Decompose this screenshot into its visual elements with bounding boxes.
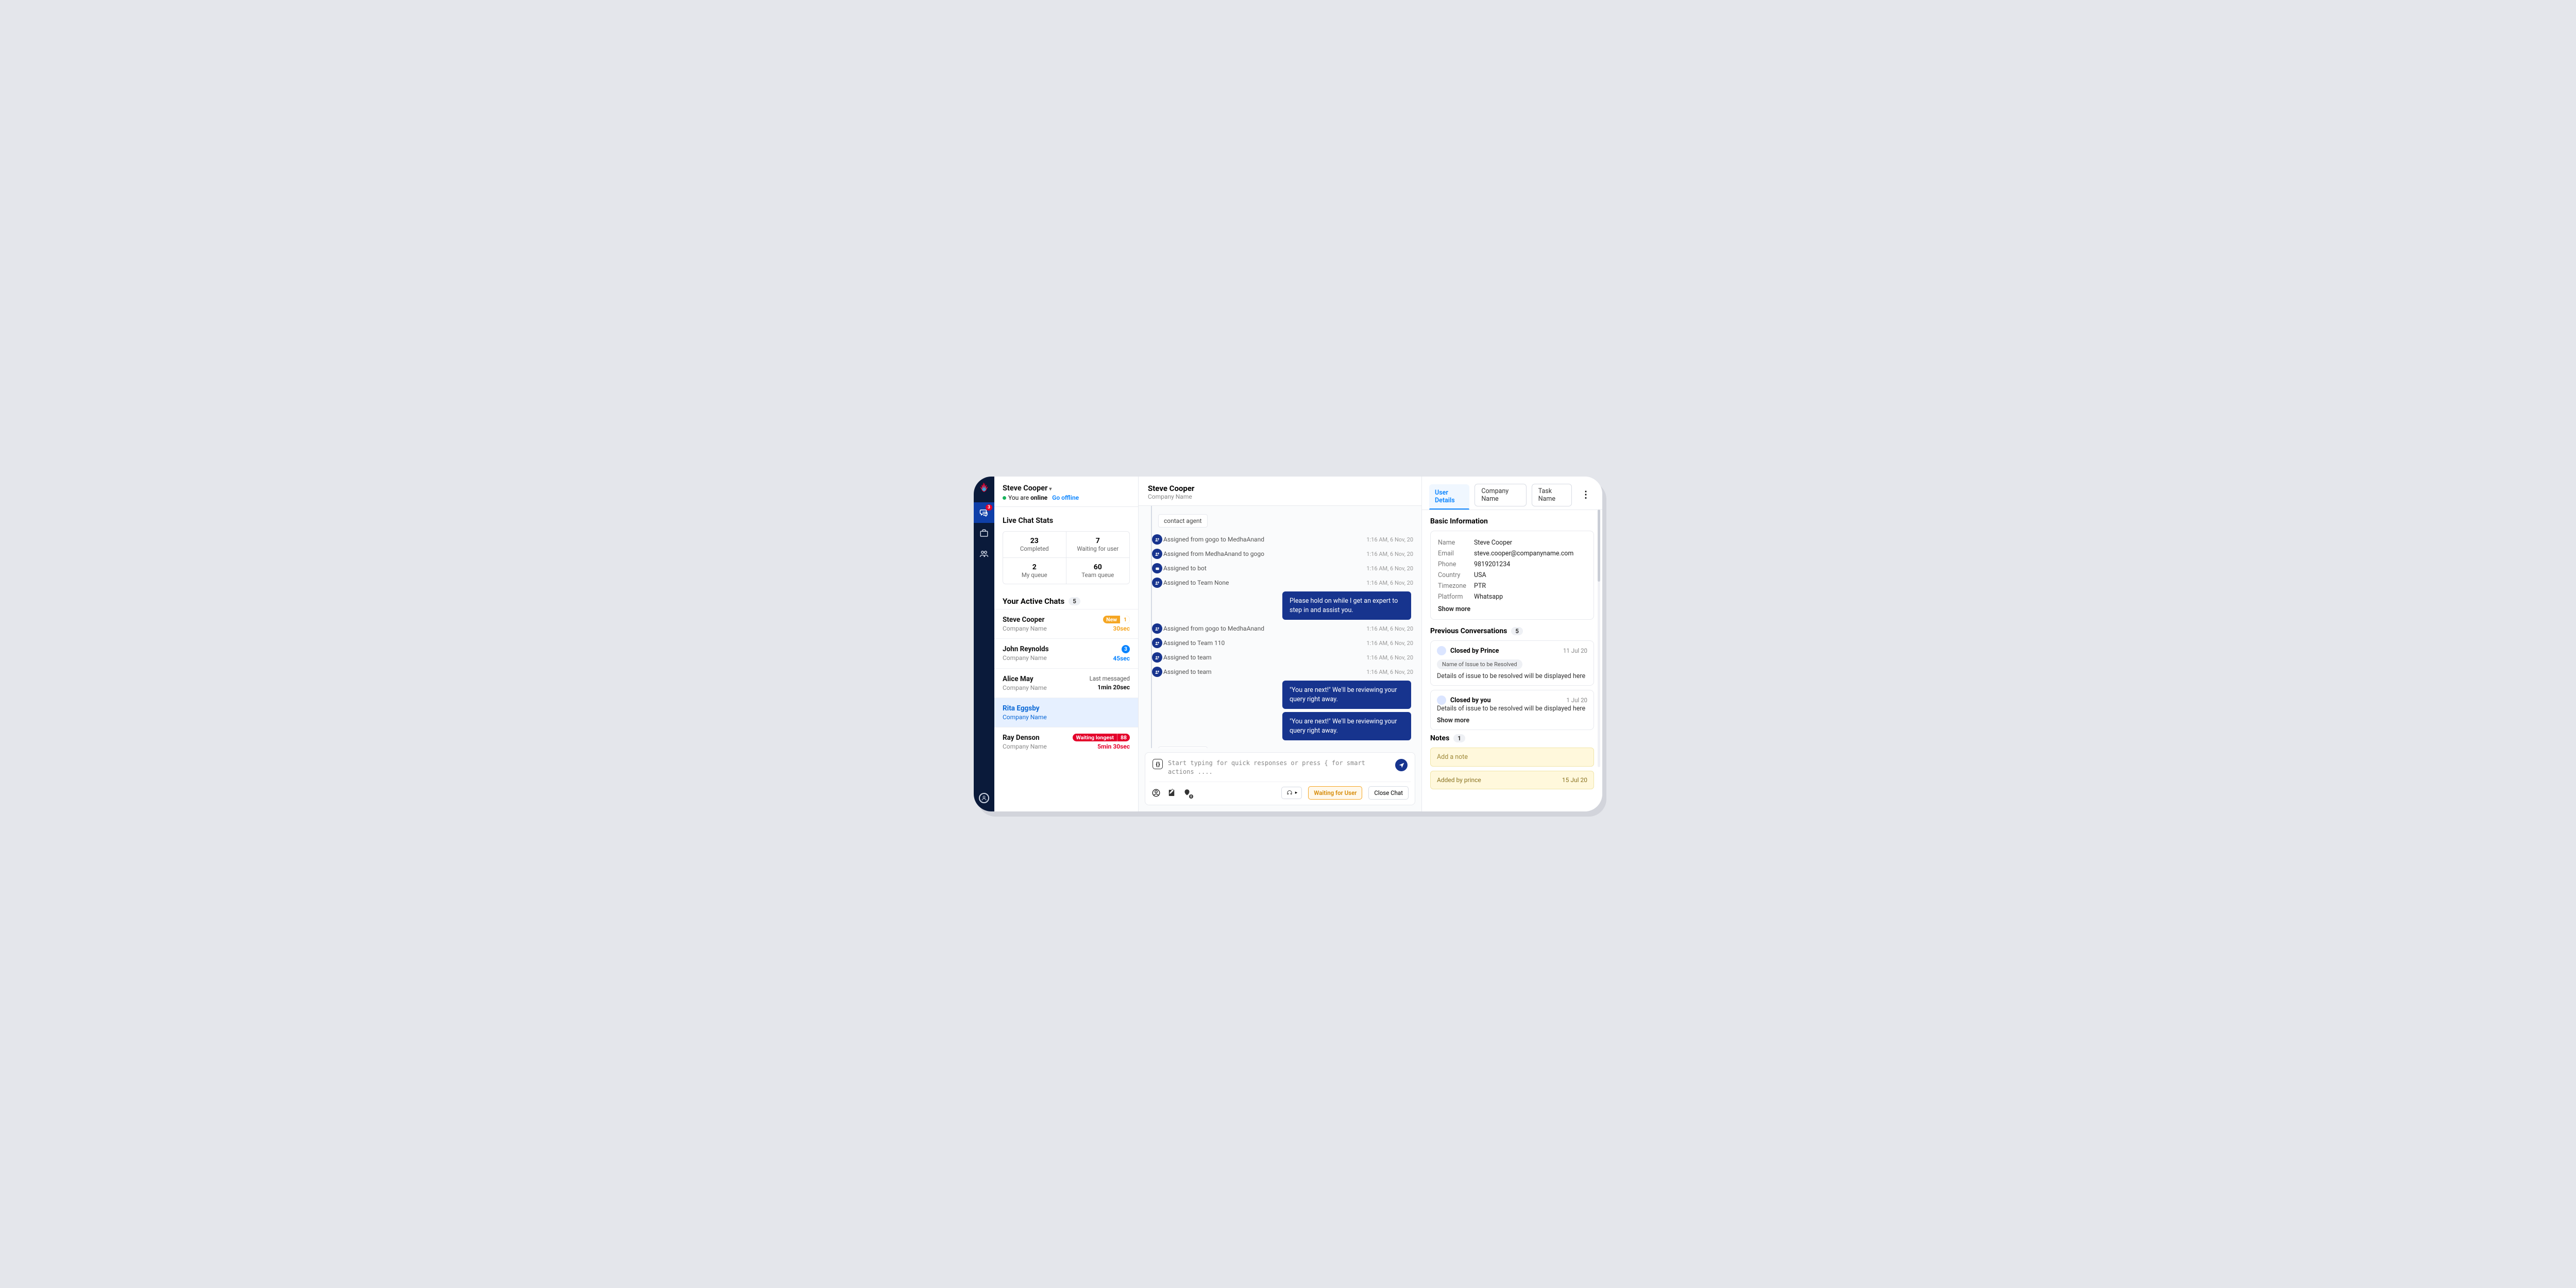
avatar-icon	[1437, 646, 1446, 655]
agent-message: "You are next!" We'll be reviewing your …	[1282, 681, 1411, 709]
assign-icon[interactable]	[1151, 788, 1161, 798]
notes-icon[interactable]	[1167, 788, 1176, 798]
stat-cell: 60Team queue	[1066, 558, 1130, 584]
timeline-event: Assigned to Team None1:16 AM, 6 Nov, 20	[1145, 577, 1413, 588]
show-more-link[interactable]: Show more	[1438, 605, 1470, 613]
chat-list: Steve CooperCompany NameNew130secJohn Re…	[994, 609, 1138, 811]
timeline-event: Assigned to team1:16 AM, 6 Nov, 20	[1145, 652, 1413, 663]
tab-company[interactable]: Company Name	[1475, 484, 1526, 506]
composer: { } Start typing for quick responses or …	[1145, 752, 1415, 805]
agent-message: Please hold on while I get an expert to …	[1282, 591, 1411, 620]
online-dot-icon	[1003, 496, 1006, 500]
close-chat-button[interactable]: Close Chat	[1368, 786, 1409, 800]
basic-info-title: Basic Information	[1430, 517, 1594, 526]
notes-count: 1	[1453, 734, 1465, 742]
active-count-badge: 5	[1069, 597, 1080, 605]
contact-company: Company Name	[1148, 493, 1412, 500]
headset-icon	[1286, 790, 1293, 796]
stat-cell: 7Waiting for user	[1066, 532, 1130, 558]
stats-title: Live Chat Stats	[1003, 516, 1130, 525]
group-icon	[1152, 534, 1162, 545]
bot-icon	[1152, 563, 1162, 573]
group-icon	[1152, 667, 1162, 677]
tab-more-menu[interactable]: ⋮	[1577, 489, 1595, 504]
send-button[interactable]	[1395, 759, 1408, 771]
chat-list-item[interactable]: John ReynoldsCompany Name345sec	[994, 638, 1138, 668]
active-chats-header: Your Active Chats 5	[994, 589, 1138, 609]
add-note-input[interactable]: Add a note	[1430, 748, 1594, 767]
nav-workspace[interactable]	[974, 523, 994, 544]
chevron-down-icon: ▾	[1049, 486, 1052, 492]
contact-name: Steve Cooper	[1148, 484, 1412, 493]
agent-message: "You are next!" We'll be reviewing your …	[1282, 712, 1411, 740]
live-chat-stats: Live Chat Stats 23Completed7Waiting for …	[994, 507, 1138, 589]
stat-cell: 23Completed	[1003, 532, 1066, 558]
agent-name-dropdown[interactable]: Steve Cooper▾	[1003, 484, 1130, 493]
group-icon	[1152, 652, 1162, 663]
app-window: 3 Steve Cooper▾ You are online Go offlin…	[974, 477, 1602, 811]
group-icon	[1152, 549, 1162, 559]
timeline-event: Assigned from gogo to MedhaAnand1:16 AM,…	[1145, 623, 1413, 634]
attachment-icon[interactable]: 0	[1182, 788, 1192, 798]
sidebar: Steve Cooper▾ You are online Go offline …	[994, 477, 1139, 811]
info-row: PlatformWhatsapp	[1438, 591, 1586, 602]
info-row: Phone9819201234	[1438, 559, 1586, 570]
timeline-event: Assigned to Team 1101:16 AM, 6 Nov, 20	[1145, 637, 1413, 649]
nav-chats[interactable]: 3	[974, 502, 994, 523]
note-item[interactable]: Added by prince 15 Jul 20	[1430, 771, 1594, 789]
hand-logo-icon	[977, 482, 991, 495]
basic-info-card: NameSteve CooperEmailsteve.cooper@compan…	[1430, 531, 1594, 620]
chat-list-item[interactable]: Steve CooperCompany NameNew130sec	[994, 609, 1138, 638]
group-icon	[1152, 623, 1162, 634]
user-chip: contact agent	[1158, 514, 1208, 528]
details-tabs: User Details Company Name Task Name ⋮	[1422, 477, 1602, 510]
quick-response-button[interactable]: { }	[1153, 759, 1163, 769]
timeline-event: Assigned to team1:16 AM, 6 Nov, 20	[1145, 666, 1413, 677]
group-icon	[1152, 638, 1162, 648]
transfer-button[interactable]: ▸	[1281, 787, 1302, 799]
conversation-header: Steve Cooper Company Name	[1139, 477, 1421, 506]
chevron-right-icon: ▸	[1295, 790, 1298, 795]
agent-status: You are online Go offline	[1003, 494, 1130, 501]
tab-user-details[interactable]: User Details	[1429, 484, 1469, 510]
chat-list-item[interactable]: Rita EggsbyCompany Name	[994, 698, 1138, 727]
conversation-item[interactable]: Closed by Prince11 Jul 20Name of Issue t…	[1430, 640, 1594, 686]
waiting-for-user-button[interactable]: Waiting for User	[1308, 786, 1362, 800]
app-logo	[977, 482, 991, 495]
send-icon	[1398, 762, 1405, 769]
prev-conv-title: Previous Conversations	[1430, 627, 1507, 635]
details-panel: User Details Company Name Task Name ⋮ Ba…	[1422, 477, 1602, 811]
info-row: CountryUSA	[1438, 570, 1586, 581]
notes-title: Notes	[1430, 734, 1449, 742]
timeline-event: Assigned from MedhaAnand to gogo1:16 AM,…	[1145, 548, 1413, 560]
chat-list-item[interactable]: Alice MayCompany NameLast messaged1min 2…	[994, 668, 1138, 698]
conversation-panel: Steve Cooper Company Name contact agent A…	[1139, 477, 1422, 811]
info-row: TimezonePTR	[1438, 581, 1586, 591]
prev-conv-count: 5	[1511, 627, 1523, 635]
user-chip: contact agent	[1158, 747, 1208, 748]
info-row: NameSteve Cooper	[1438, 537, 1586, 548]
info-row: Emailsteve.cooper@companyname.com	[1438, 548, 1586, 559]
avatar-icon	[1437, 696, 1446, 705]
nav-badge: 3	[986, 504, 992, 511]
group-icon	[1152, 578, 1162, 588]
timeline-event: Assigned to bot1:16 AM, 6 Nov, 20	[1145, 563, 1413, 574]
agent-header: Steve Cooper▾ You are online Go offline	[994, 477, 1138, 507]
scrollbar[interactable]	[1598, 510, 1600, 767]
nav-rail: 3	[974, 477, 994, 811]
message-input[interactable]: Start typing for quick responses or pres…	[1168, 759, 1390, 776]
chat-list-item[interactable]: Ray DensonCompany NameWaiting longest885…	[994, 727, 1138, 756]
details-body: Basic Information NameSteve CooperEmails…	[1422, 510, 1602, 811]
nav-profile[interactable]	[979, 793, 989, 803]
tab-task[interactable]: Task Name	[1532, 484, 1572, 506]
nav-team[interactable]	[974, 544, 994, 564]
timeline-event: Assigned from gogo to MedhaAnand1:16 AM,…	[1145, 534, 1413, 545]
message-thread[interactable]: contact agent Assigned from gogo to Medha…	[1139, 506, 1421, 748]
show-more-link[interactable]: Show more	[1437, 717, 1469, 724]
conversation-item[interactable]: Closed by you1 Jul 20Details of issue to…	[1430, 690, 1594, 730]
stat-cell: 2My queue	[1003, 558, 1066, 584]
go-offline-link[interactable]: Go offline	[1052, 494, 1079, 501]
